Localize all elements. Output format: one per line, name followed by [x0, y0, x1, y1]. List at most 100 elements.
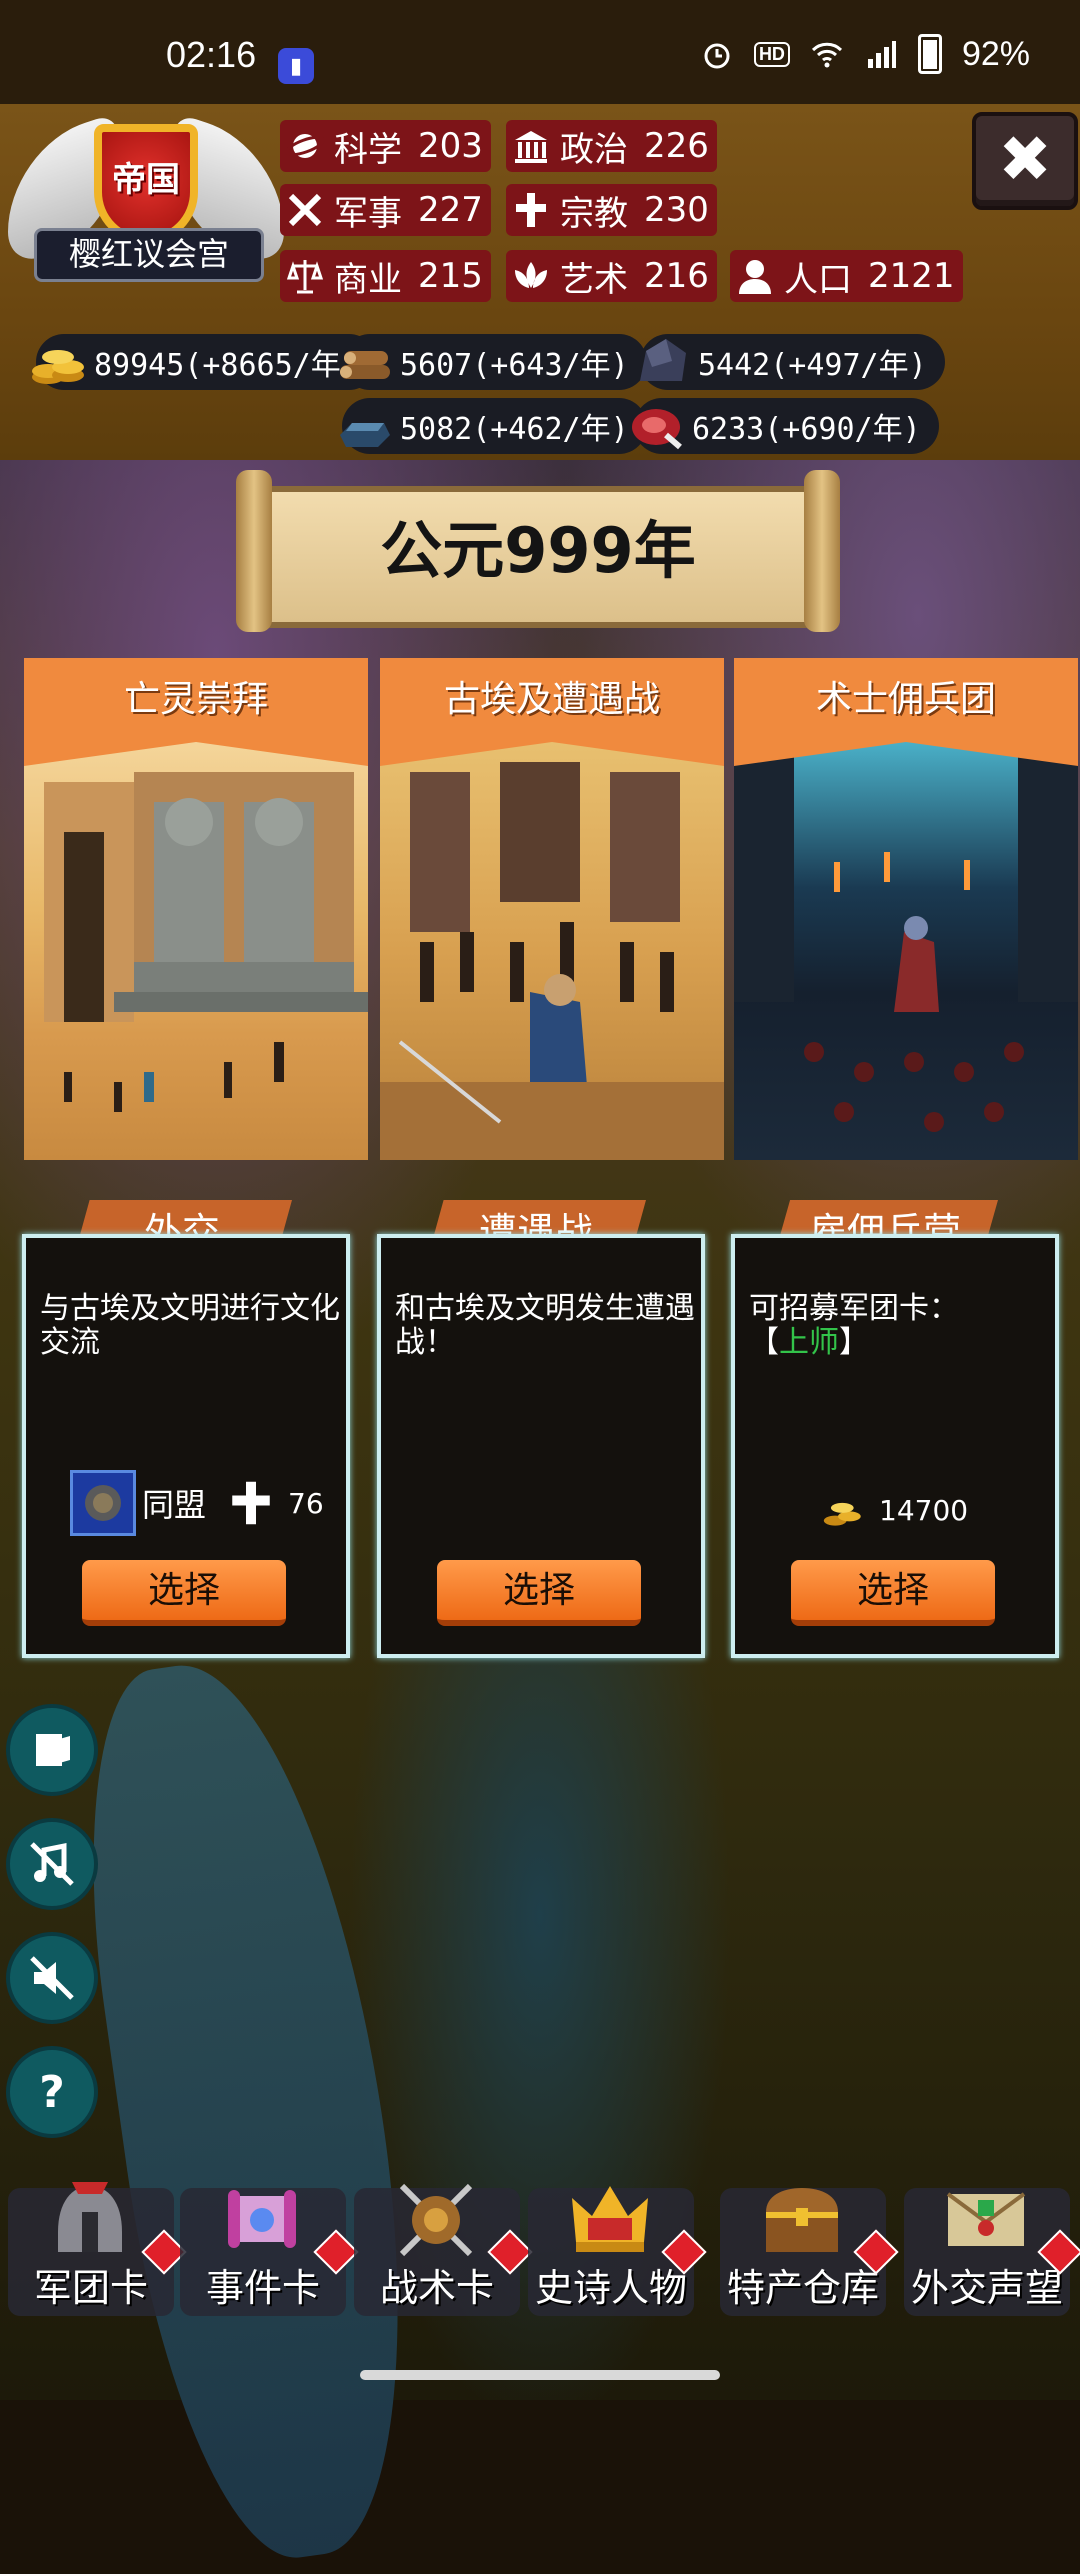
event-description: 和古埃及文明发生遭遇战！ — [395, 1291, 695, 1360]
event-panel-diplomacy: 与古埃及文明进行文化交流 同盟 76 选择 — [22, 1234, 350, 1658]
cost-row: 14700 — [821, 1488, 968, 1532]
hd-icon: HD — [753, 41, 790, 67]
iron-ingot-icon — [340, 423, 390, 447]
nav-epic-heroes[interactable]: 史诗人物 — [528, 2186, 707, 2316]
shield-icon: 帝国 — [94, 124, 198, 244]
nav-label: 特产仓库 — [726, 2266, 879, 2310]
cost-value: 14700 — [879, 1493, 969, 1527]
nav-label: 史诗人物 — [534, 2266, 687, 2310]
nav-specialty-warehouse[interactable]: 特产仓库 — [720, 2188, 899, 2316]
resource-stone: 5442(+497/年) — [640, 334, 945, 390]
card-title: 亡灵崇拜 — [24, 658, 368, 742]
card-art-battle — [380, 742, 724, 1160]
card-title: 术士佣兵团 — [734, 658, 1078, 742]
nav-tactic-cards[interactable]: 战术卡 — [354, 2183, 533, 2316]
cross-icon — [506, 184, 556, 236]
meat-steak-icon — [632, 409, 682, 450]
planet-icon — [280, 120, 330, 172]
nav-legion-cards[interactable]: 军团卡 — [8, 2182, 187, 2316]
warlock-illustration — [734, 742, 1078, 1132]
resource-gold: 89945(+8665/年) — [32, 334, 377, 390]
requirement-value: 76 — [288, 1486, 324, 1520]
stat-label: 人口 — [784, 259, 852, 300]
description-prefix: 可招募军团卡： — [749, 1291, 959, 1326]
sound-off-icon — [30, 1956, 74, 2000]
signal-icon — [867, 41, 896, 68]
alliance-badge-icon — [70, 1470, 136, 1536]
requirement-row: 同盟 76 — [70, 1470, 324, 1536]
stat-value: 215 — [418, 256, 483, 296]
religion-cross-icon — [232, 1481, 270, 1525]
stat-value: 230 — [644, 190, 709, 230]
chest-icon — [766, 2188, 838, 2252]
resource-meat: 6233(+690/年) — [632, 398, 939, 454]
stat-value: 227 — [418, 190, 483, 230]
stat-label: 政治 — [560, 129, 628, 170]
wood-logs-icon — [340, 351, 390, 379]
stat-art: 艺术 216 — [506, 250, 717, 302]
nav-label: 战术卡 — [379, 2266, 494, 2310]
music-off-icon — [30, 1842, 74, 1886]
alarm-icon — [704, 43, 730, 69]
event-description: 与古埃及文明进行文化交流 — [40, 1291, 340, 1360]
status-indicators: HD 92% — [700, 34, 1030, 74]
wifi-icon — [811, 42, 842, 68]
music-toggle-button[interactable] — [6, 1818, 98, 1910]
sound-toggle-button[interactable] — [6, 1932, 98, 2024]
close-button[interactable]: ✖ — [972, 112, 1078, 210]
event-card-undead-worship[interactable]: 亡灵崇拜 — [24, 658, 368, 1160]
card-art-warlock-hall — [734, 742, 1078, 1160]
nav-diplomatic-reputation[interactable]: 外交声望 — [904, 2188, 1080, 2316]
help-button[interactable]: ? — [6, 2046, 98, 2138]
card-art-egypt-temple — [24, 742, 368, 1160]
stat-politics: 政治 226 — [506, 120, 717, 172]
select-button[interactable]: 选择 — [82, 1560, 286, 1626]
resource-text: 5082(+462/年) — [400, 412, 629, 447]
temple-illustration — [44, 772, 368, 1112]
crown-icon — [572, 2186, 648, 2252]
empire-emblem[interactable]: 帝国 樱红议会宫 — [8, 110, 284, 300]
event-card-egypt-encounter[interactable]: 古埃及遭遇战 — [380, 658, 724, 1160]
lotus-icon — [506, 250, 556, 302]
battle-illustration — [380, 762, 724, 1160]
emblem-title: 帝国 — [112, 160, 180, 200]
status-bar: 02:16 ▮ HD 92% — [0, 0, 1080, 104]
deck-icon — [36, 1734, 70, 1766]
battery-icon — [917, 34, 942, 74]
stat-religion: 宗教 230 — [506, 184, 717, 236]
event-description: 可招募军团卡： 【上师】 — [749, 1292, 1049, 1360]
select-button[interactable]: 选择 — [437, 1560, 641, 1626]
stat-military: 军事 227 — [280, 184, 491, 236]
stat-commerce: 商业 215 — [280, 250, 491, 302]
stat-label: 艺术 — [560, 259, 628, 300]
bracket-close: 】 — [839, 1325, 869, 1360]
nav-label: 事件卡 — [205, 2266, 320, 2310]
select-button[interactable]: 选择 — [791, 1560, 995, 1626]
stat-population: 人口 2121 — [730, 250, 963, 302]
gold-coins-icon — [823, 1502, 861, 1526]
stat-value: 216 — [644, 256, 709, 296]
recruit-card-name[interactable]: 上师 — [779, 1325, 839, 1360]
river-background — [58, 1646, 442, 2574]
current-year: 公元999年 — [380, 514, 696, 587]
stat-value: 203 — [418, 126, 483, 166]
deck-button[interactable] — [6, 1704, 98, 1796]
emblem-subtitle: 樱红议会宫 — [34, 228, 264, 282]
card-title: 古埃及遭遇战 — [380, 658, 724, 742]
nav-label: 军团卡 — [33, 2266, 148, 2310]
resource-iron: 5082(+462/年) — [340, 398, 647, 454]
help-icon: ? — [39, 2066, 65, 2118]
nav-event-cards[interactable]: 事件卡 — [180, 2188, 359, 2316]
resource-wood: 5607(+643/年) — [340, 334, 647, 390]
resource-text: 5442(+497/年) — [698, 348, 927, 383]
gold-coins-icon — [32, 350, 84, 384]
empire-header: 帝国 樱红议会宫 科学 203 政治 226 军事 227 宗教 230 商业 … — [0, 104, 1080, 464]
helmet-icon — [58, 2182, 122, 2252]
resource-text: 6233(+690/年) — [692, 412, 921, 447]
resource-text: 5607(+643/年) — [400, 348, 629, 383]
stat-label: 商业 — [334, 259, 402, 300]
stat-label: 宗教 — [560, 193, 628, 234]
home-indicator[interactable] — [360, 2370, 720, 2380]
stat-science: 科学 203 — [280, 120, 491, 172]
event-card-warlock-mercenaries[interactable]: 术士佣兵团 — [734, 658, 1078, 1160]
